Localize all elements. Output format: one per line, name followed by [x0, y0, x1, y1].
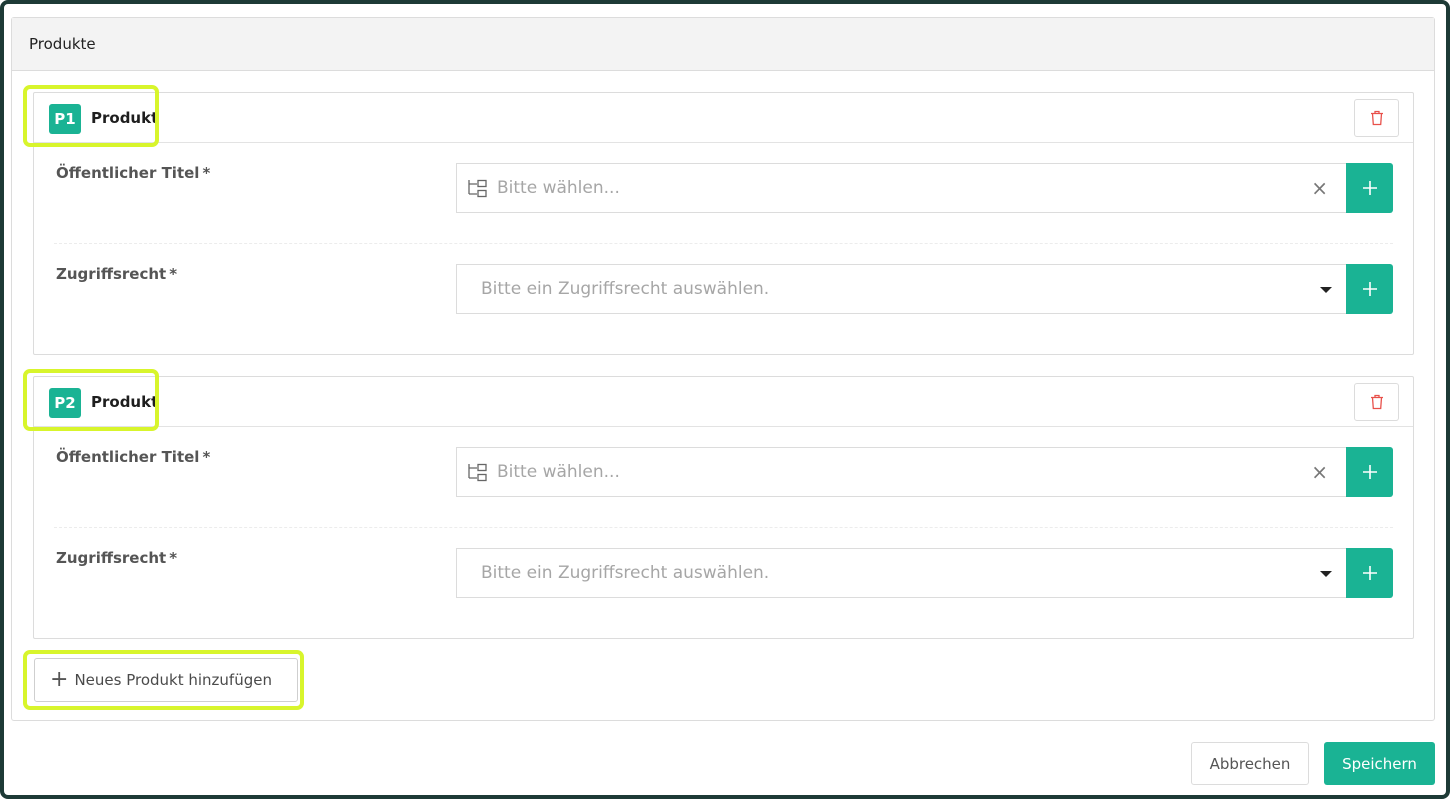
plus-icon: [1362, 566, 1377, 580]
access-right-select[interactable]: Bitte ein Zugriffsrecht auswählen.: [456, 264, 1346, 314]
access-right-row: Zugriffsrecht * Bitte ein Zugriffsrecht a…: [34, 244, 1413, 345]
public-title-row: Öffentlicher Titel * Bitte wählen... ×: [34, 143, 1413, 244]
access-right-select[interactable]: Bitte ein Zugriffsrecht auswählen.: [456, 548, 1346, 598]
product-badge: P1: [49, 103, 81, 134]
product-card-1: P1 Produkt Öffentlicher Titel * Bitte wä…: [23, 85, 1414, 355]
add-access-right-button[interactable]: [1346, 548, 1393, 598]
public-title-select[interactable]: Bitte wählen... ×: [456, 163, 1346, 213]
product-badge: P2: [49, 387, 81, 418]
public-title-label: Öffentlicher Titel *: [56, 164, 210, 182]
add-access-right-button[interactable]: [1346, 264, 1393, 314]
public-title-placeholder: Bitte wählen...: [497, 178, 620, 198]
public-title-placeholder: Bitte wählen...: [497, 462, 620, 482]
save-button[interactable]: Speichern: [1324, 742, 1435, 785]
required-mark: *: [202, 448, 211, 466]
caret-down-icon: [1320, 571, 1332, 577]
label-text: Zugriffsrecht: [56, 265, 167, 283]
public-title-row: Öffentlicher Titel * Bitte wählen... ×: [34, 427, 1413, 528]
label-text: Zugriffsrecht: [56, 549, 167, 567]
product-title: Produkt: [91, 392, 159, 411]
close-icon[interactable]: ×: [1311, 462, 1328, 482]
tree-structure-icon: [467, 177, 489, 199]
add-public-title-button[interactable]: [1346, 163, 1393, 213]
trash-icon: [1370, 394, 1383, 410]
product-title: Produkt: [91, 108, 159, 127]
plus-icon: [1362, 282, 1377, 296]
product-card-2: P2 Produkt Öffentlicher Titel * Bitte wä…: [23, 369, 1414, 639]
required-mark: *: [169, 265, 178, 283]
add-public-title-button[interactable]: [1346, 447, 1393, 497]
plus-icon: [1362, 181, 1377, 195]
tree-structure-icon: [467, 461, 489, 483]
product-card-header: P1 Produkt: [23, 85, 1413, 147]
public-title-select[interactable]: Bitte wählen... ×: [456, 447, 1346, 497]
panel-title: Produkte: [29, 35, 96, 53]
cancel-button[interactable]: Abbrechen: [1191, 742, 1309, 785]
access-right-placeholder: Bitte ein Zugriffsrecht auswählen.: [481, 563, 770, 583]
panel-header: Produkte: [12, 18, 1434, 71]
required-mark: *: [169, 549, 178, 567]
add-new-product-label: Neues Produkt hinzufügen: [74, 671, 272, 689]
access-right-label: Zugriffsrecht *: [56, 549, 177, 567]
public-title-label: Öffentlicher Titel *: [56, 448, 210, 466]
add-new-product-button[interactable]: + Neues Produkt hinzufügen: [34, 658, 298, 702]
caret-down-icon: [1320, 287, 1332, 293]
plus-icon: [1362, 465, 1377, 479]
delete-product-button[interactable]: [1354, 383, 1399, 421]
product-card-header: P2 Produkt: [23, 369, 1413, 431]
close-icon[interactable]: ×: [1311, 178, 1328, 198]
access-right-placeholder: Bitte ein Zugriffsrecht auswählen.: [481, 279, 770, 299]
plus-icon: +: [50, 667, 69, 692]
access-right-label: Zugriffsrecht *: [56, 265, 177, 283]
label-text: Öffentlicher Titel: [56, 448, 200, 466]
trash-icon: [1370, 110, 1383, 126]
access-right-row: Zugriffsrecht * Bitte ein Zugriffsrecht a…: [34, 528, 1413, 629]
delete-product-button[interactable]: [1354, 99, 1399, 137]
required-mark: *: [202, 164, 211, 182]
products-panel: Produkte P1 Produkt Öffentlicher Titel*: [11, 17, 1435, 721]
label-text: Öffentlicher Titel: [56, 164, 200, 182]
